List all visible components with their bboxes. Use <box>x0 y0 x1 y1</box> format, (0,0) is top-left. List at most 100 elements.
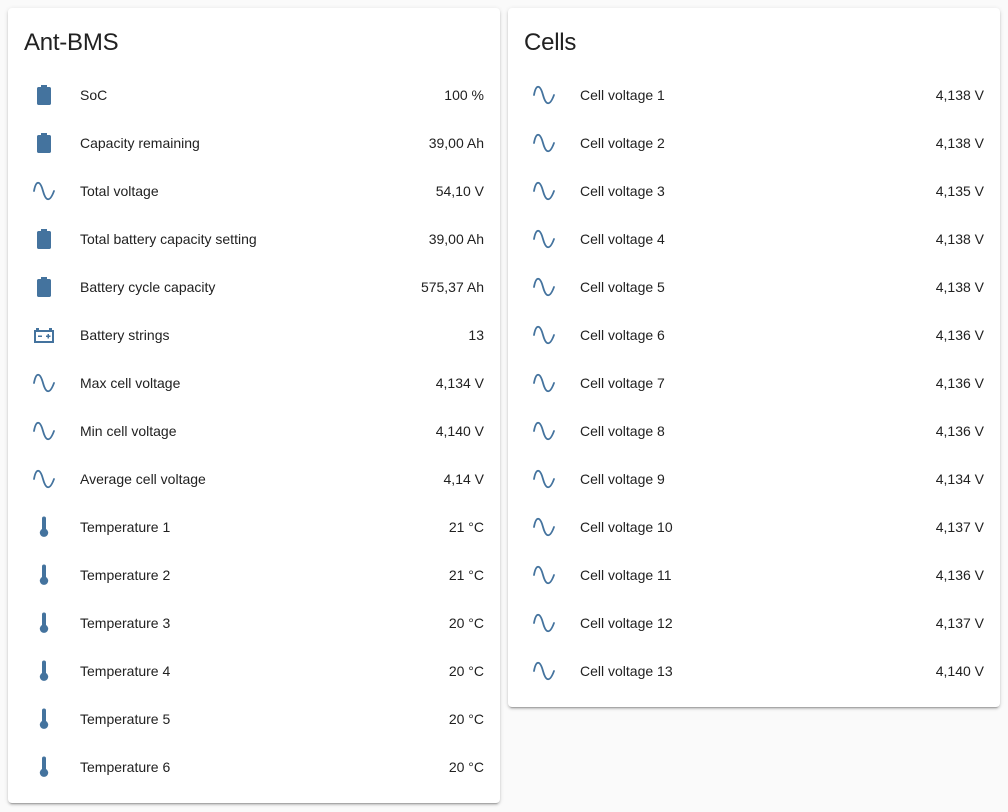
entity-row[interactable]: Temperature 4 20 °C <box>24 647 484 695</box>
entity-row[interactable]: Cell voltage 2 4,138 V <box>524 119 984 167</box>
thermometer-icon <box>24 507 64 547</box>
entity-value: 100 % <box>444 87 484 103</box>
entity-label: Capacity remaining <box>80 135 200 151</box>
battery-icon <box>24 219 64 259</box>
entity-row[interactable]: Cell voltage 7 4,136 V <box>524 359 984 407</box>
sine-wave-icon <box>524 315 564 355</box>
card-title: Cells <box>524 29 577 56</box>
thermometer-icon <box>24 603 64 643</box>
entity-value: 4,136 V <box>935 423 984 439</box>
card-cells: Cells Cell voltage 1 4,138 V Cell voltage… <box>508 8 1000 707</box>
entity-row[interactable]: Total voltage 54,10 V <box>24 167 484 215</box>
sine-wave-icon <box>524 411 564 451</box>
sine-wave-icon <box>524 75 564 115</box>
entity-label: Cell voltage 10 <box>580 519 673 535</box>
entity-row[interactable]: Temperature 3 20 °C <box>24 599 484 647</box>
entity-row[interactable]: Cell voltage 6 4,136 V <box>524 311 984 359</box>
entity-row[interactable]: Max cell voltage 4,134 V <box>24 359 484 407</box>
entity-row[interactable]: Cell voltage 1 4,138 V <box>524 71 984 119</box>
entity-row[interactable]: Cell voltage 9 4,134 V <box>524 455 984 503</box>
entity-label: Cell voltage 4 <box>580 231 665 247</box>
entity-label: Average cell voltage <box>80 471 206 487</box>
entity-row[interactable]: Battery cycle capacity 575,37 Ah <box>24 263 484 311</box>
thermometer-icon <box>24 699 64 739</box>
entity-row[interactable]: Capacity remaining 39,00 Ah <box>24 119 484 167</box>
entity-row[interactable]: Battery strings 13 <box>24 311 484 359</box>
entity-value: 21 °C <box>448 567 484 583</box>
entity-label: Cell voltage 11 <box>580 567 672 583</box>
entity-row[interactable]: Cell voltage 11 4,136 V <box>524 551 984 599</box>
sine-wave-icon <box>24 411 64 451</box>
sine-wave-icon <box>524 219 564 259</box>
entity-value: 21 °C <box>448 519 484 535</box>
entity-row[interactable]: Cell voltage 13 4,140 V <box>524 647 984 695</box>
entity-value: 13 <box>468 327 484 343</box>
entity-label: Max cell voltage <box>80 375 181 391</box>
entity-row[interactable]: Temperature 1 21 °C <box>24 503 484 551</box>
entity-value: 4,136 V <box>935 327 984 343</box>
sine-wave-icon <box>24 171 64 211</box>
card-ant-bms: Ant-BMS SoC 100 % Capacity remaining 39,00… <box>8 8 500 803</box>
entity-value: 575,37 Ah <box>420 279 484 295</box>
entity-value: 4,138 V <box>935 279 984 295</box>
entity-row[interactable]: Cell voltage 12 4,137 V <box>524 599 984 647</box>
entity-value: 54,10 V <box>435 183 484 199</box>
entity-row[interactable]: Cell voltage 4 4,138 V <box>524 215 984 263</box>
entity-label: Total battery capacity setting <box>80 231 257 247</box>
entity-row[interactable]: Cell voltage 5 4,138 V <box>524 263 984 311</box>
entity-value: 20 °C <box>448 663 484 679</box>
entity-row[interactable]: Temperature 2 21 °C <box>24 551 484 599</box>
entity-label: Cell voltage 13 <box>580 663 673 679</box>
entity-row[interactable]: SoC 100 % <box>24 71 484 119</box>
entity-list: Cell voltage 1 4,138 V Cell voltage 2 4,13… <box>508 71 1000 695</box>
entity-row[interactable]: Total battery capacity setting 39,00 Ah <box>24 215 484 263</box>
entity-row[interactable]: Temperature 5 20 °C <box>24 695 484 743</box>
entity-value: 4,137 V <box>935 615 984 631</box>
entity-row[interactable]: Min cell voltage 4,140 V <box>24 407 484 455</box>
entity-value: 20 °C <box>448 615 484 631</box>
sine-wave-icon <box>524 555 564 595</box>
sine-wave-icon <box>524 507 564 547</box>
entity-row[interactable]: Cell voltage 8 4,136 V <box>524 407 984 455</box>
entity-row[interactable]: Cell voltage 3 4,135 V <box>524 167 984 215</box>
entity-row[interactable]: Temperature 6 20 °C <box>24 743 484 791</box>
entity-label: Temperature 1 <box>80 519 171 535</box>
entity-value: 4,14 V <box>443 471 484 487</box>
sine-wave-icon <box>524 651 564 691</box>
entity-label: Battery cycle capacity <box>80 279 216 295</box>
sine-wave-icon <box>524 363 564 403</box>
entity-value: 4,137 V <box>935 519 984 535</box>
entity-label: Cell voltage 2 <box>580 135 665 151</box>
entity-value: 20 °C <box>448 711 484 727</box>
sine-wave-icon <box>24 363 64 403</box>
entity-value: 4,138 V <box>935 231 984 247</box>
entity-row[interactable]: Average cell voltage 4,14 V <box>24 455 484 503</box>
entity-label: Min cell voltage <box>80 423 177 439</box>
entity-value: 4,134 V <box>435 375 484 391</box>
battery-icon <box>24 123 64 163</box>
entity-label: Temperature 6 <box>80 759 171 775</box>
thermometer-icon <box>24 747 64 787</box>
entity-value: 4,135 V <box>935 183 984 199</box>
entity-label: Cell voltage 12 <box>580 615 673 631</box>
entity-label: Cell voltage 8 <box>580 423 665 439</box>
entity-label: Battery strings <box>80 327 170 343</box>
entity-label: SoC <box>80 87 108 103</box>
entity-label: Cell voltage 5 <box>580 279 665 295</box>
car-battery-icon <box>24 315 64 355</box>
thermometer-icon <box>24 651 64 691</box>
entity-row[interactable]: Cell voltage 10 4,137 V <box>524 503 984 551</box>
entity-value: 4,136 V <box>935 375 984 391</box>
entity-label: Total voltage <box>80 183 159 199</box>
entity-value: 39,00 Ah <box>428 135 484 151</box>
entity-value: 4,136 V <box>935 567 984 583</box>
entity-value: 4,140 V <box>435 423 484 439</box>
thermometer-icon <box>24 555 64 595</box>
entity-value: 4,140 V <box>935 663 984 679</box>
sine-wave-icon <box>524 267 564 307</box>
battery-icon <box>24 75 64 115</box>
entity-label: Cell voltage 1 <box>580 87 665 103</box>
entity-label: Temperature 2 <box>80 567 171 583</box>
entity-label: Temperature 4 <box>80 663 171 679</box>
battery-icon <box>24 267 64 307</box>
